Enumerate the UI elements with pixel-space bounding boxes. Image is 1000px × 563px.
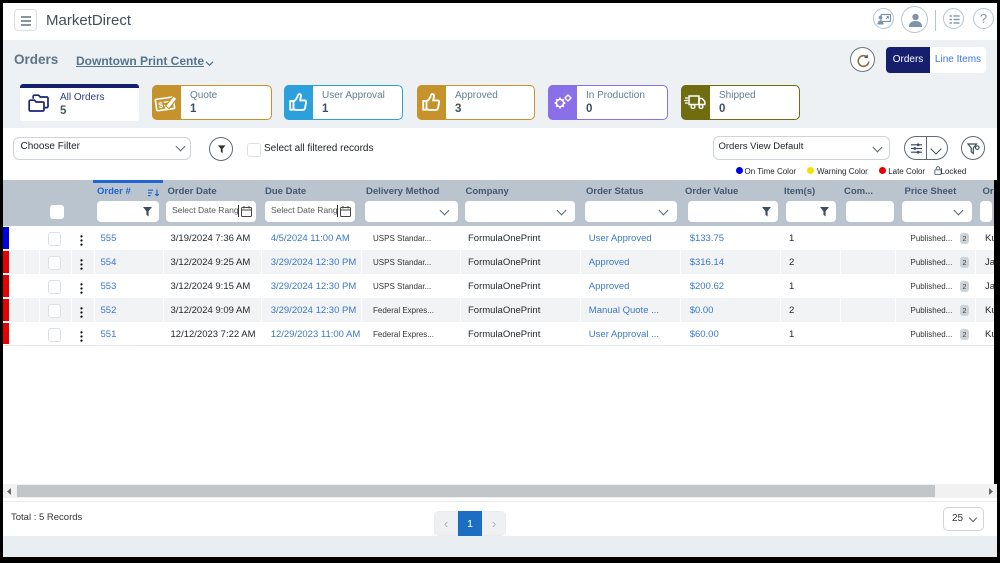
svg-text:$: $ [158,99,164,110]
